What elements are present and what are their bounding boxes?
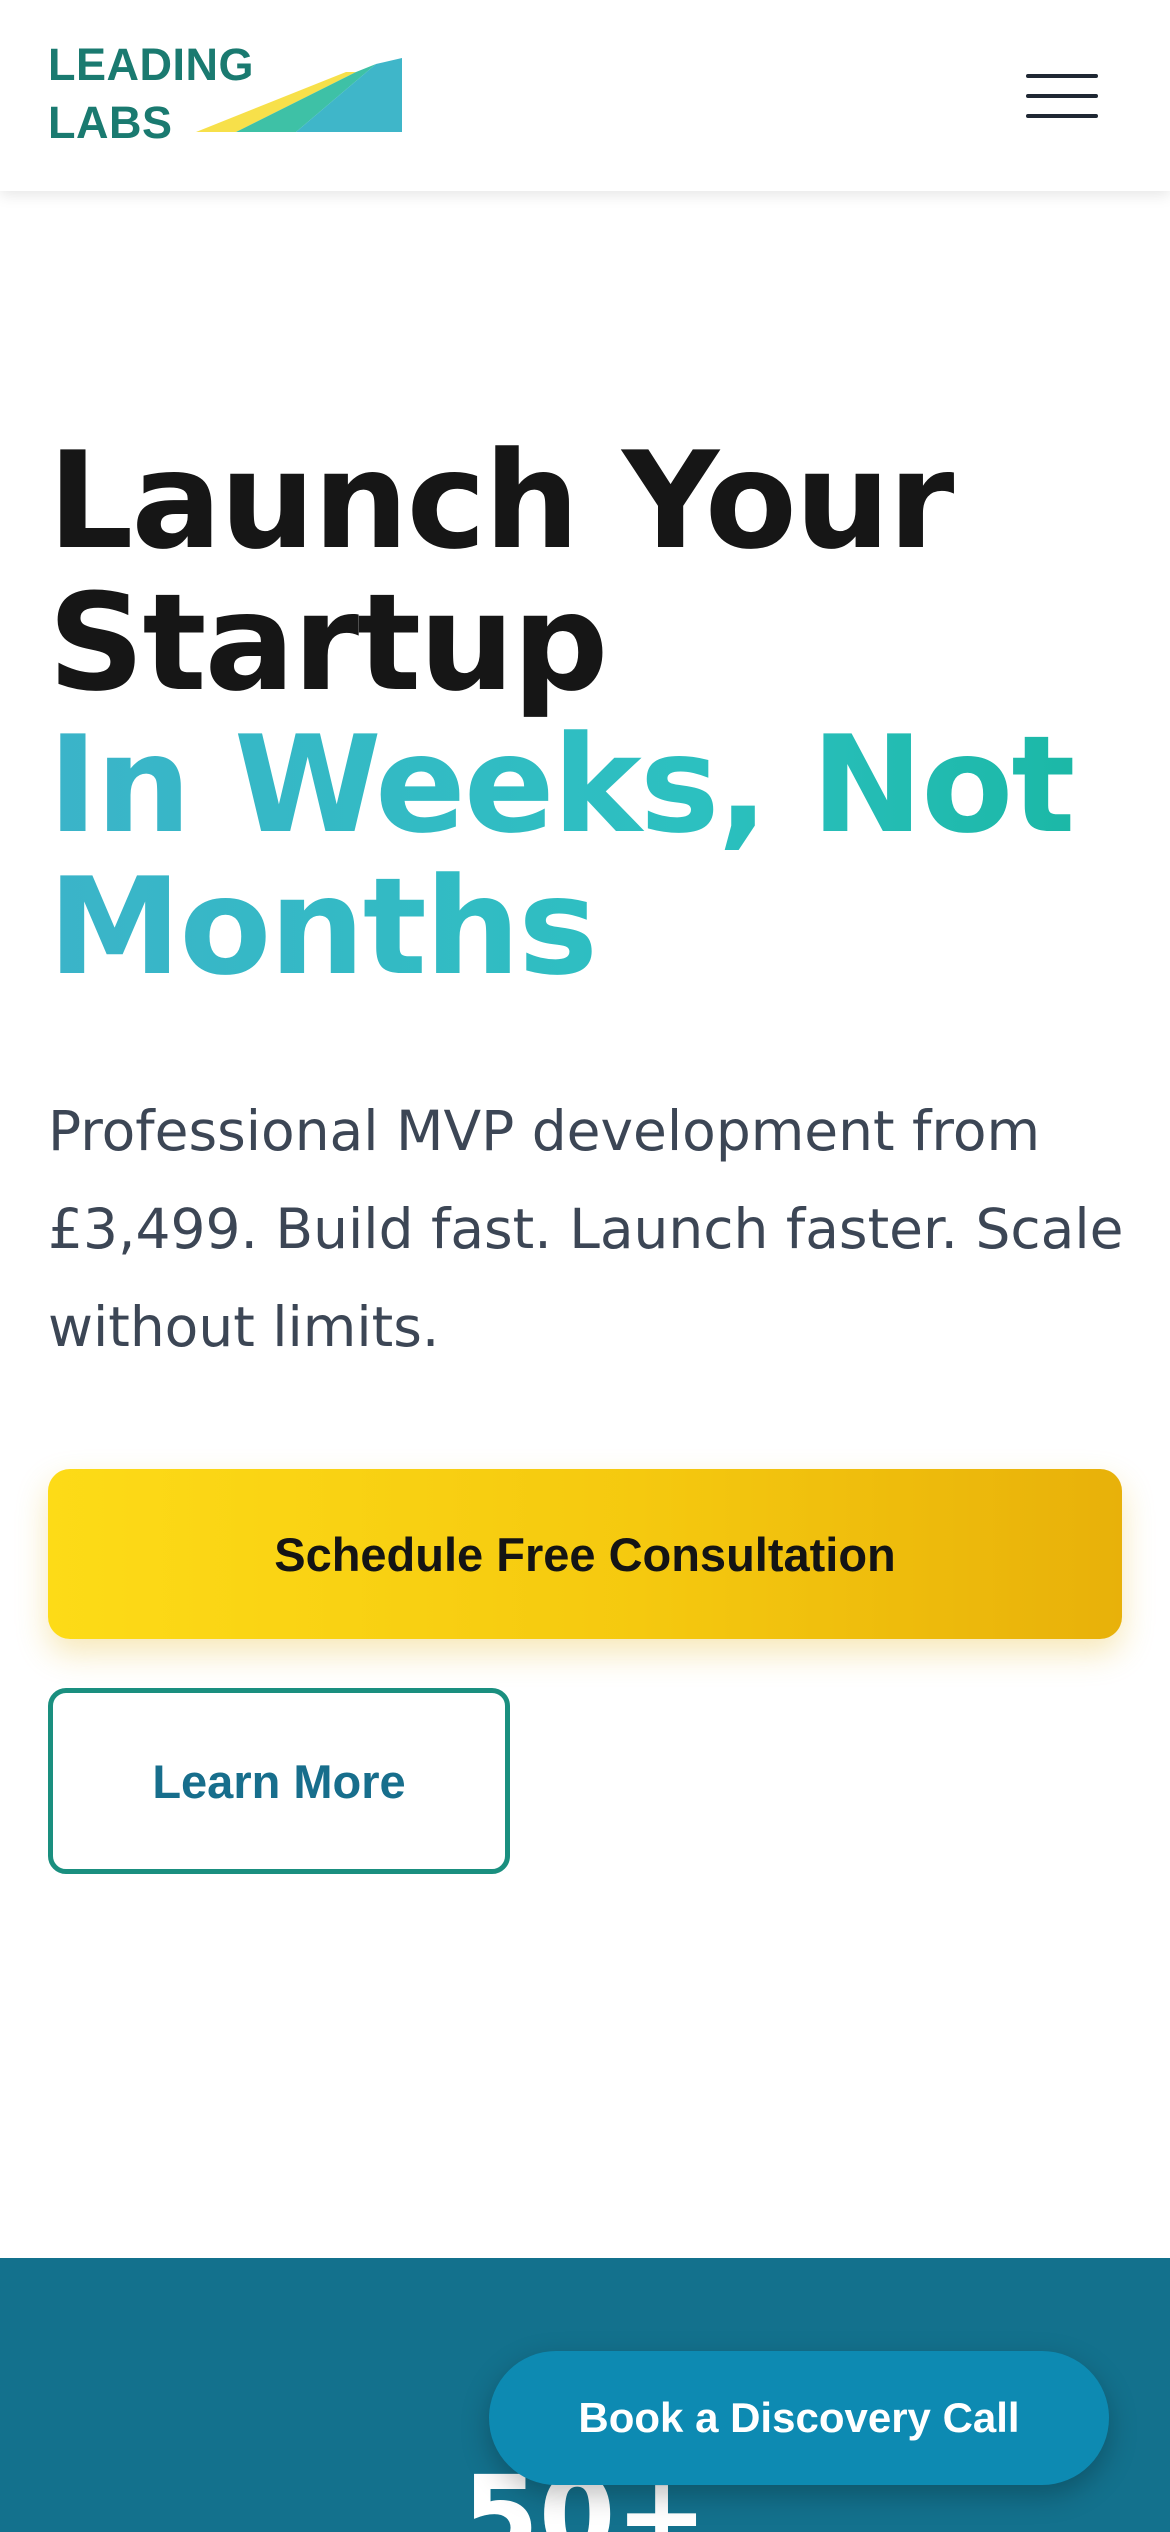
book-discovery-call-button[interactable]: Book a Discovery Call	[489, 2351, 1109, 2485]
logo[interactable]: LEADING LABS	[48, 36, 402, 148]
hero-accent-line-2: Months	[48, 856, 1128, 998]
schedule-consultation-button[interactable]: Schedule Free Consultation	[48, 1469, 1122, 1639]
hamburger-menu-icon[interactable]	[1020, 66, 1104, 126]
book-discovery-call-label: Book a Discovery Call	[578, 2394, 1020, 2441]
learn-more-button[interactable]: Learn More	[48, 1688, 510, 1874]
hero-title: Launch Your Startup In Weeks, Not Months	[48, 430, 1128, 998]
hero-accent-line-1: In Weeks, Not	[48, 714, 1128, 856]
site-header: LEADING LABS	[0, 0, 1170, 191]
hero-title-line-1: Launch Your	[48, 423, 954, 579]
hero-title-line-2: Startup	[48, 565, 608, 721]
hero: Launch Your Startup In Weeks, Not Months	[48, 430, 1128, 998]
hero-subtitle: Professional MVP development from £3,499…	[48, 1099, 1124, 1359]
logo-stripes-icon	[196, 58, 402, 132]
learn-more-label: Learn More	[152, 1754, 406, 1808]
schedule-consultation-label: Schedule Free Consultation	[274, 1527, 896, 1581]
page: LEADING LABS Launch Your Startup In Week…	[0, 0, 1170, 2532]
